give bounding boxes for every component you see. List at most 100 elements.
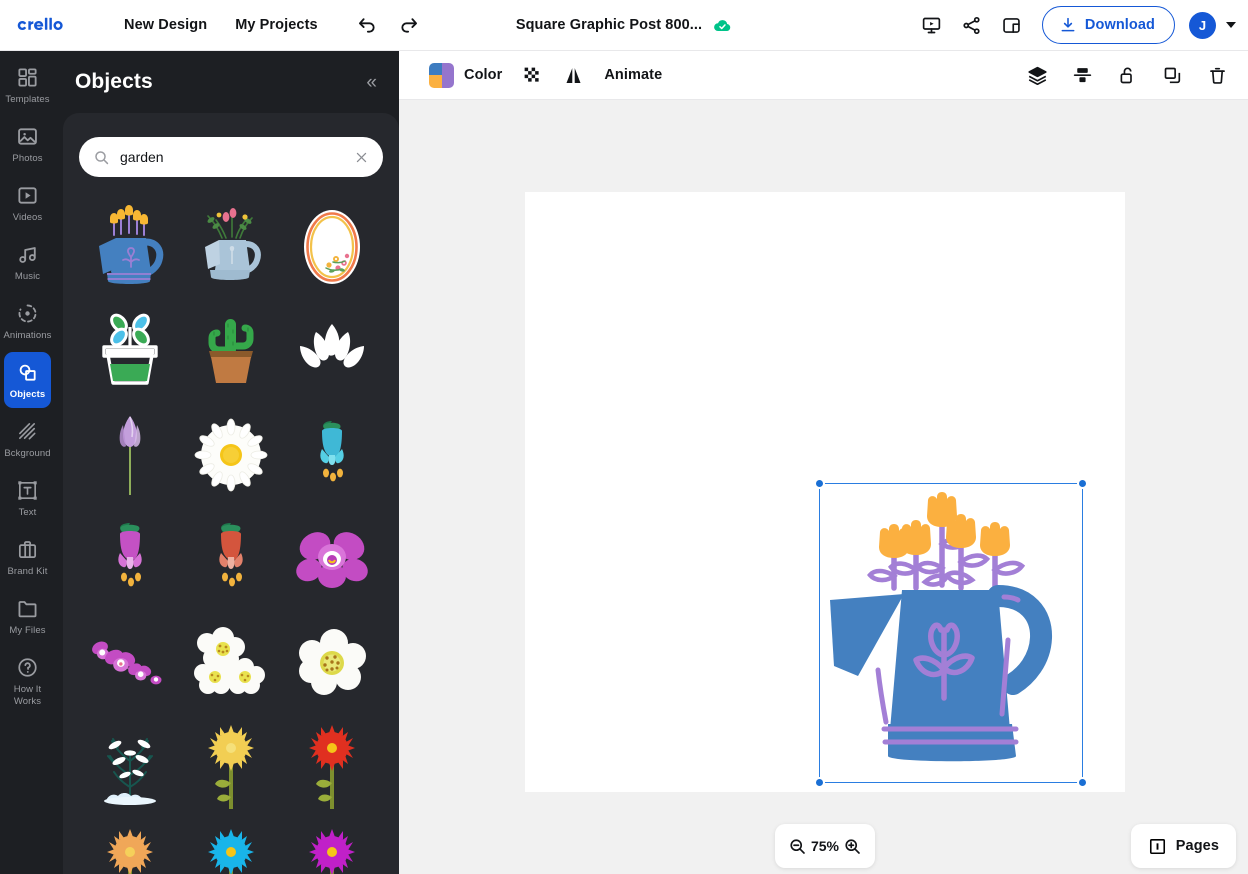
- sidebar-item-how-it-works[interactable]: How It Works: [4, 647, 51, 715]
- object-thumb-lotus-flower[interactable]: [282, 299, 383, 403]
- object-thumb-yellow-daisy-stem[interactable]: [180, 715, 281, 819]
- position-button[interactable]: [1064, 57, 1101, 94]
- undo-icon: [358, 18, 375, 33]
- watering-can-with-tulips-artwork: [830, 492, 1052, 762]
- object-thumb-purple-bell-flower[interactable]: [79, 507, 180, 611]
- object-thumb-white-blossom-cluster[interactable]: [180, 611, 281, 715]
- transparency-button[interactable]: [512, 59, 553, 92]
- zoom-in-icon[interactable]: [843, 837, 862, 856]
- object-thumb-red-bell-flower[interactable]: [180, 507, 281, 611]
- pages-label: Pages: [1175, 838, 1219, 854]
- object-thumb-potted-plant[interactable]: [79, 299, 180, 403]
- red-bell-flower-icon: [219, 523, 243, 587]
- object-thumb-snowy-shrub[interactable]: [79, 715, 180, 819]
- duplicate-button[interactable]: [1154, 57, 1191, 94]
- sidebar-item-label: Text: [18, 507, 37, 518]
- history-buttons: [354, 12, 422, 38]
- animate-button[interactable]: Animate: [594, 61, 672, 89]
- share-button[interactable]: [952, 5, 992, 45]
- search-input[interactable]: [120, 149, 344, 165]
- object-thumb-orange-daisy-stem[interactable]: [79, 819, 180, 874]
- object-thumb-orchid-branch[interactable]: [79, 611, 180, 715]
- duplicate-icon: [1164, 67, 1181, 83]
- sidebar-item-label: Bckground: [4, 448, 51, 459]
- sidebar-item-label: Brand Kit: [7, 566, 48, 577]
- resize-icon: [1003, 17, 1021, 33]
- sidebar-item-objects[interactable]: Objects: [4, 352, 51, 408]
- potted-plant-icon: [101, 313, 158, 385]
- watering-can-light-bouquet-icon: [204, 208, 261, 280]
- object-thumb-watering-can-blue-flowers[interactable]: [79, 195, 180, 299]
- object-thumb-white-daisy[interactable]: [180, 403, 281, 507]
- object-thumb-purple-orchid[interactable]: [282, 507, 383, 611]
- sidebar-item-photos[interactable]: Photos: [4, 116, 51, 172]
- sidebar-item-label: Photos: [12, 153, 43, 164]
- sidebar-item-videos[interactable]: Videos: [4, 175, 51, 231]
- resize-button[interactable]: [992, 5, 1032, 45]
- object-thumb-crocus-flower[interactable]: [79, 403, 180, 507]
- download-button[interactable]: Download: [1041, 6, 1175, 44]
- sidebar-item-label: Objects: [9, 389, 46, 400]
- resize-handle-bottom-right[interactable]: [1077, 777, 1088, 788]
- lock-button[interactable]: [1109, 57, 1146, 94]
- object-thumb-potted-cactus[interactable]: [180, 299, 281, 403]
- purple-bell-flower-icon: [117, 523, 142, 587]
- resize-handle-bottom-left[interactable]: [814, 777, 825, 788]
- top-right-actions: Download J: [912, 5, 1236, 45]
- delete-button[interactable]: [1199, 57, 1236, 94]
- crello-logo[interactable]: [14, 14, 80, 36]
- sidebar-item-background[interactable]: Bckground: [4, 411, 51, 467]
- resize-handle-top-right[interactable]: [1077, 478, 1088, 489]
- sidebar-item-templates[interactable]: Templates: [4, 57, 51, 113]
- sidebar-item-my-files[interactable]: My Files: [4, 588, 51, 644]
- zoom-out-icon[interactable]: [788, 837, 807, 856]
- nav-new-design[interactable]: New Design: [110, 11, 221, 39]
- object-thumb-red-daisy-stem[interactable]: [282, 715, 383, 819]
- redo-button[interactable]: [396, 12, 422, 38]
- object-thumb-watering-can-light-bouquet[interactable]: [180, 195, 281, 299]
- object-thumb-magenta-daisy-stem[interactable]: [282, 819, 383, 874]
- layers-button[interactable]: [1019, 57, 1056, 94]
- object-thumb-white-blossom[interactable]: [282, 611, 383, 715]
- panel-title: Objects: [75, 70, 153, 93]
- object-results-grid: [79, 195, 383, 874]
- search-icon: [95, 150, 109, 164]
- object-thumb-cyan-daisy-stem[interactable]: [180, 819, 281, 874]
- object-thumb-bluebell-flower[interactable]: [282, 403, 383, 507]
- present-button[interactable]: [912, 5, 952, 45]
- color-button[interactable]: Color: [419, 57, 512, 94]
- redo-icon: [401, 18, 417, 33]
- objects-panel: Objects «: [55, 51, 399, 874]
- templates-icon: [18, 68, 37, 87]
- background-icon: [19, 423, 36, 440]
- panel-body: [63, 113, 399, 874]
- color-swatch: [429, 62, 454, 88]
- sidebar-item-brand-kit[interactable]: Brand Kit: [4, 529, 51, 585]
- collapse-left-icon[interactable]: «: [366, 73, 377, 92]
- cloud-check-icon: [714, 19, 731, 31]
- magenta-daisy-stem-icon: [309, 829, 356, 874]
- undo-button[interactable]: [354, 12, 380, 38]
- sidebar-item-label: Templates: [5, 94, 50, 105]
- potted-cactus-icon: [208, 319, 254, 383]
- chevron-down-icon[interactable]: [1226, 22, 1236, 28]
- sidebar-item-text[interactable]: Text: [4, 470, 51, 526]
- sidebar-item-label: Animations: [3, 330, 52, 341]
- share-icon: [963, 16, 981, 34]
- flip-button[interactable]: [553, 59, 594, 92]
- object-thumb-oval-floral-frame[interactable]: [282, 195, 383, 299]
- avatar[interactable]: J: [1189, 11, 1216, 39]
- selection-box[interactable]: [814, 478, 1088, 788]
- nav-my-projects[interactable]: My Projects: [221, 11, 332, 39]
- close-icon[interactable]: [354, 150, 369, 165]
- sidebar-item-music[interactable]: Music: [4, 234, 51, 290]
- help-icon: [18, 658, 37, 677]
- flip-icon: [566, 67, 581, 83]
- resize-handle-top-left[interactable]: [814, 478, 825, 489]
- artboard[interactable]: [525, 192, 1125, 792]
- sidebar-item-animations[interactable]: Animations: [4, 293, 51, 349]
- pages-button[interactable]: Pages: [1130, 824, 1236, 868]
- top-nav: New Design My Projects: [110, 11, 332, 39]
- page-title[interactable]: Square Graphic Post 800...: [516, 17, 702, 33]
- cyan-daisy-stem-icon: [207, 829, 254, 874]
